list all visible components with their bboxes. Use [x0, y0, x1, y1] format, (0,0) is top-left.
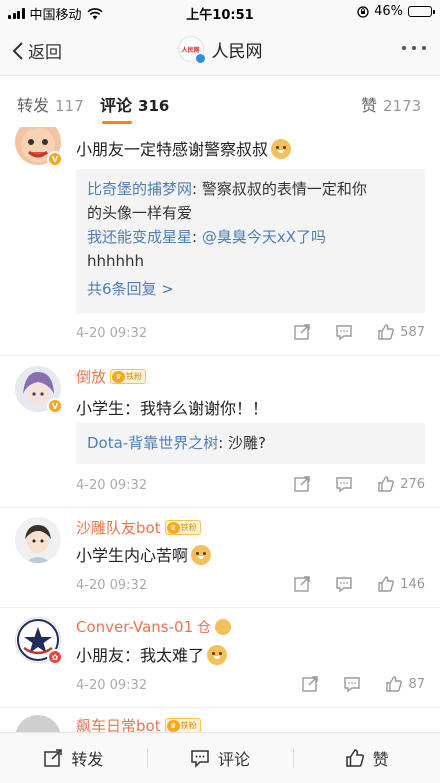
reply-button[interactable]: [343, 675, 361, 693]
tab-likes[interactable]: 赞 2173: [361, 92, 421, 116]
battery-icon: [408, 6, 435, 17]
like-button[interactable]: 587: [377, 323, 425, 341]
comment-list[interactable]: V 小朋友一定特感谢警察叔叔 比奇堡的捕梦网: 警察叔叔的表情一定和你 的头像一…: [0, 127, 440, 732]
rotation-lock-icon: [357, 5, 369, 18]
reply-author[interactable]: Dota-背靠世界之树: [87, 434, 218, 452]
comment-text: 小学生内心苦啊: [76, 542, 212, 566]
comment-icon: [336, 577, 352, 593]
share-icon: [302, 676, 319, 692]
fan-badge: ♛ 铁粉: [164, 520, 201, 535]
avatar[interactable]: [15, 517, 61, 563]
repost-button[interactable]: [293, 475, 311, 493]
tab-repost[interactable]: 转发 117: [17, 92, 84, 116]
reply-preview[interactable]: Dota-背靠世界之树: 沙雕?: [76, 423, 425, 464]
reply-author[interactable]: 比奇堡的捕梦网: [87, 180, 192, 198]
comment-icon: [336, 477, 352, 493]
tab-bar: 转发 117 评论 316 赞 2173: [0, 77, 440, 127]
doge-emoji-icon: [271, 139, 292, 159]
avatar[interactable]: V: [15, 127, 63, 167]
comment-time: 4-20 09:32: [76, 326, 148, 341]
share-icon: [294, 476, 310, 492]
doge-emoji-icon: [207, 645, 228, 665]
comment-action[interactable]: 评论: [146, 733, 294, 783]
battery-percent: 46%: [374, 4, 403, 19]
thumbs-up-icon: [378, 476, 395, 492]
share-icon: [294, 324, 310, 340]
comment-icon: [344, 677, 361, 693]
verified-badge: V: [47, 398, 63, 414]
crown-icon: ♛: [166, 719, 180, 732]
verified-badge: V: [47, 151, 63, 167]
repost-button[interactable]: [293, 575, 311, 593]
flag-icon: 仓: [197, 620, 212, 636]
reply-button[interactable]: [335, 575, 353, 593]
reply-button[interactable]: [335, 323, 353, 341]
like-button[interactable]: 87: [385, 675, 425, 693]
reply-preview[interactable]: 比奇堡的捕梦网: 警察叔叔的表情一定和你 的头像一样有爱 我还能变成星星: @臭…: [76, 169, 425, 313]
comment-icon: [336, 325, 352, 341]
like-button[interactable]: 276: [377, 475, 425, 493]
nav-bar: 返回 人民网 人民网: [0, 24, 440, 76]
account-title[interactable]: 人民网 人民网: [0, 36, 440, 64]
thumbs-up-icon: [378, 576, 395, 592]
crown-icon: ♛: [166, 521, 180, 534]
comment-time: 4-20 09:32: [76, 478, 148, 493]
comment-username[interactable]: 倒放 ♛ 铁粉: [76, 366, 147, 387]
like-button[interactable]: 146: [377, 575, 425, 593]
tab-comments[interactable]: 评论 316: [100, 92, 169, 116]
avatar[interactable]: V: [15, 366, 63, 414]
comment-text: 小朋友：我太难了: [76, 642, 228, 666]
comment-text: 小朋友一定特感谢警察叔叔: [76, 136, 292, 160]
fan-badge: ♛ 铁粉: [110, 369, 147, 384]
thumbs-up-icon: [378, 324, 395, 340]
reply-button[interactable]: [335, 475, 353, 493]
comment-text: 小学生：我特么谢谢你！！: [76, 399, 269, 418]
thumbs-up-icon: [345, 749, 364, 767]
like-action[interactable]: 赞: [293, 733, 440, 783]
doge-emoji-icon: [191, 545, 212, 565]
share-icon: [44, 749, 63, 767]
verified-icon: [194, 53, 206, 64]
reply-author[interactable]: 我还能变成星星: [87, 228, 192, 246]
verified-badge: ✿: [47, 649, 63, 665]
crown-icon: ♛: [112, 370, 126, 383]
bottom-action-bar: 转发 评论 赞: [0, 732, 440, 783]
active-tab-indicator: [102, 121, 132, 124]
comment-time: 4-20 09:32: [76, 578, 148, 593]
comment-icon: [191, 750, 209, 768]
account-name: 人民网: [211, 41, 263, 62]
more-options-button[interactable]: [402, 46, 426, 50]
fan-badge: ♛ 铁粉: [164, 718, 201, 732]
comment-username[interactable]: Conver-Vans-01 仓: [76, 617, 232, 637]
more-replies-link[interactable]: 共6条回复 >: [87, 277, 414, 301]
avatar[interactable]: [15, 715, 61, 732]
avatar[interactable]: ✿: [15, 617, 63, 665]
repost-button[interactable]: [301, 675, 319, 693]
comment-username[interactable]: 飙车日常bot ♛ 铁粉: [76, 715, 201, 732]
emoji-icon: [215, 619, 232, 635]
share-icon: [294, 576, 310, 592]
comment-time: 4-20 09:32: [76, 678, 148, 693]
comment-username[interactable]: 沙雕队友bot ♛ 铁粉: [76, 517, 201, 538]
repost-action[interactable]: 转发: [0, 733, 147, 783]
status-bar: 中国移动 上午10:51 46%: [0, 0, 440, 24]
account-logo: 人民网: [177, 36, 206, 64]
repost-button[interactable]: [293, 323, 311, 341]
thumbs-up-icon: [386, 676, 403, 692]
